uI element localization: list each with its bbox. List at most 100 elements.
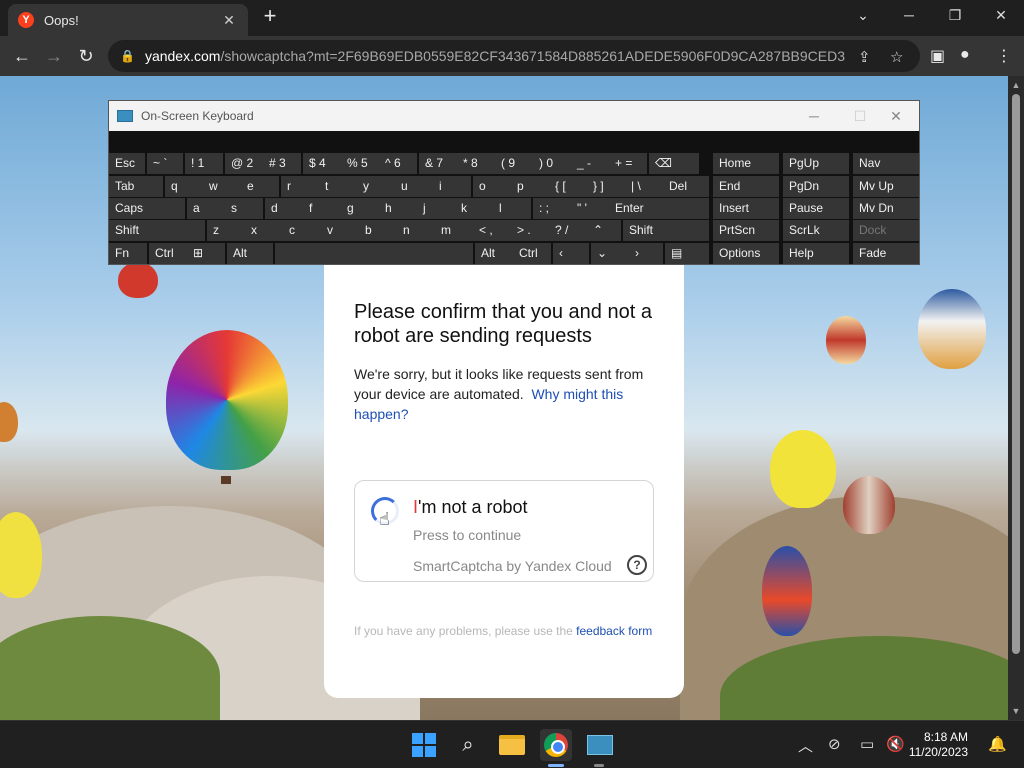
key[interactable]: f (303, 198, 341, 219)
key[interactable]: | \ (625, 176, 663, 197)
key[interactable]: n (397, 220, 435, 241)
key[interactable]: : ; (533, 198, 571, 219)
nav-key[interactable]: Nav (853, 153, 919, 174)
key[interactable]: ~ ` (147, 153, 183, 174)
key[interactable]: j (417, 198, 455, 219)
key[interactable]: $ 4 (303, 153, 341, 174)
key[interactable]: Ctrl (513, 243, 551, 264)
arrow-up-icon[interactable]: ⌃ (587, 220, 621, 241)
arrow-down-icon[interactable]: ⌄ (591, 243, 629, 264)
file-explorer-button[interactable] (496, 729, 528, 761)
chrome-button[interactable] (540, 729, 572, 761)
minimize-icon[interactable]: ─ (886, 0, 932, 30)
key[interactable]: t (319, 176, 357, 197)
scroll-down-icon[interactable]: ▼ (1008, 706, 1024, 716)
share-icon[interactable]: ⇪ (858, 48, 871, 66)
key[interactable]: ) 0 (533, 153, 571, 174)
key[interactable]: z (207, 220, 245, 241)
key[interactable]: ( 9 (495, 153, 533, 174)
key[interactable]: d (265, 198, 303, 219)
key[interactable]: y (357, 176, 395, 197)
nav-key[interactable]: Dock (853, 220, 919, 241)
key[interactable]: i (433, 176, 471, 197)
scroll-thumb[interactable] (1012, 94, 1020, 654)
key[interactable]: + = (609, 153, 647, 174)
key[interactable]: } ] (587, 176, 625, 197)
bookmark-star-icon[interactable]: ☆ (890, 48, 903, 66)
key[interactable]: h (379, 198, 417, 219)
key[interactable]: r (281, 176, 319, 197)
key[interactable]: a (187, 198, 225, 219)
key[interactable]: { [ (549, 176, 587, 197)
key[interactable]: Enter (609, 198, 709, 219)
key[interactable]: k (455, 198, 493, 219)
nav-key[interactable]: Home (713, 153, 779, 174)
osk-minimize-icon[interactable]: ─ (791, 101, 837, 131)
key[interactable]: Shift (623, 220, 709, 241)
url-text[interactable]: yandex.com/showcaptcha?mt=2F69B69EDB0559… (145, 48, 845, 64)
network-off-icon[interactable]: ⊘ (828, 735, 841, 753)
key[interactable]: & 7 (419, 153, 457, 174)
tab-search-icon[interactable]: ⌄ (840, 0, 886, 30)
key[interactable]: Shift (109, 220, 205, 241)
nav-key[interactable]: PgUp (783, 153, 849, 174)
key[interactable]: c (283, 220, 321, 241)
key[interactable]: v (321, 220, 359, 241)
nav-key[interactable]: PgDn (783, 176, 849, 197)
osk-close-icon[interactable]: ✕ (873, 101, 919, 131)
chevron-up-icon[interactable]: ︿ (798, 735, 813, 756)
address-bar[interactable]: 🔒 yandex.com/showcaptcha?mt=2F69B69EDB05… (108, 40, 920, 72)
key[interactable]: o (473, 176, 511, 197)
notification-bell-icon[interactable]: 🔔 (988, 735, 1007, 753)
backspace-icon[interactable]: ⌫ (649, 153, 699, 174)
restore-icon[interactable]: ❐ (932, 0, 978, 30)
help-icon[interactable]: ? (627, 555, 647, 575)
nav-key[interactable]: End (713, 176, 779, 197)
nav-key[interactable]: Pause (783, 198, 849, 219)
windows-key-icon[interactable]: ⊞ (187, 243, 225, 264)
close-window-icon[interactable]: ✕ (978, 0, 1024, 30)
feedback-form-link[interactable]: feedback form (576, 624, 652, 638)
key[interactable]: x (245, 220, 283, 241)
key[interactable]: Alt (227, 243, 273, 264)
menu-key-icon[interactable]: ▤ (665, 243, 709, 264)
osk-titlebar[interactable]: On-Screen Keyboard ─ ☐ ✕ (109, 101, 919, 131)
key[interactable]: s (225, 198, 263, 219)
tab-oops[interactable]: Y Oops! ✕ (8, 4, 248, 36)
profile-icon[interactable]: ● (960, 46, 970, 64)
key[interactable]: w (203, 176, 241, 197)
nav-key[interactable]: Insert (713, 198, 779, 219)
side-panel-icon[interactable]: ▣ (930, 46, 945, 66)
not-robot-checkbox[interactable]: ☝ I'm not a robot Press to continue Smar… (354, 480, 654, 582)
key[interactable]: Caps (109, 198, 185, 219)
page-scrollbar[interactable]: ▲ ▼ (1008, 76, 1024, 720)
nav-key[interactable]: Options (713, 243, 779, 264)
key[interactable]: _ - (571, 153, 609, 174)
key[interactable]: ! 1 (185, 153, 223, 174)
key[interactable]: @ 2 (225, 153, 263, 174)
key[interactable]: e (241, 176, 279, 197)
nav-key[interactable]: Fade (853, 243, 919, 264)
key[interactable]: Ctrl (149, 243, 189, 264)
key[interactable]: Alt (475, 243, 513, 264)
search-icon[interactable]: ⌕ (452, 729, 484, 761)
key[interactable]: " ' (571, 198, 609, 219)
nav-key[interactable]: Mv Up (853, 176, 919, 197)
key[interactable]: # 3 (263, 153, 301, 174)
key[interactable]: Tab (109, 176, 163, 197)
key[interactable]: Del (663, 176, 709, 197)
key[interactable]: * 8 (457, 153, 495, 174)
key[interactable]: < , (473, 220, 511, 241)
key[interactable]: % 5 (341, 153, 379, 174)
forward-icon[interactable]: → (40, 42, 68, 70)
key[interactable]: ^ 6 (379, 153, 417, 174)
nav-key[interactable]: Mv Dn (853, 198, 919, 219)
back-icon[interactable]: ← (8, 42, 36, 70)
nav-key[interactable]: Help (783, 243, 849, 264)
key[interactable]: Esc (109, 153, 145, 174)
key[interactable]: p (511, 176, 549, 197)
start-button[interactable] (408, 729, 440, 761)
key[interactable]: m (435, 220, 473, 241)
arrow-left-icon[interactable]: ‹ (553, 243, 589, 264)
key[interactable]: q (165, 176, 203, 197)
